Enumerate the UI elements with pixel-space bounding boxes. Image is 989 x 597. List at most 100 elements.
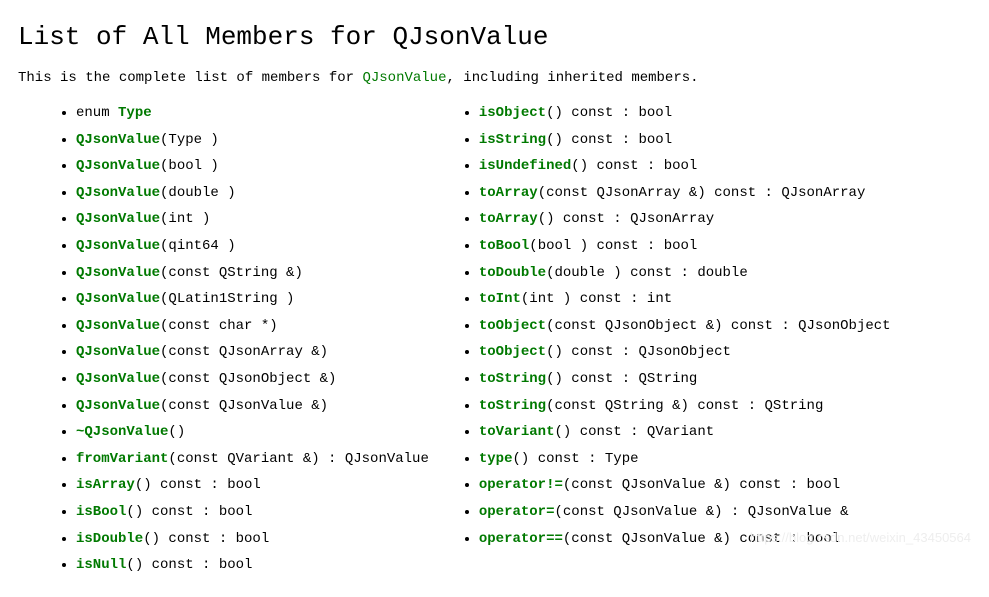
member-suffix: (QLatin1String ): [160, 291, 294, 307]
member-suffix: (const QJsonValue &) const : bool: [563, 477, 840, 493]
member-columns: enum TypeQJsonValue(Type )QJsonValue(boo…: [54, 100, 971, 579]
member-suffix: () const : bool: [135, 477, 261, 493]
member-suffix: (bool ): [160, 158, 219, 174]
list-item: toObject() const : QJsonObject: [479, 339, 891, 366]
member-link[interactable]: QJsonValue: [76, 344, 160, 360]
list-item: QJsonValue(QLatin1String ): [76, 286, 429, 313]
member-suffix: (Type ): [160, 132, 219, 148]
member-link[interactable]: QJsonValue: [76, 398, 160, 414]
member-link[interactable]: operator!=: [479, 477, 563, 493]
member-link[interactable]: QJsonValue: [76, 211, 160, 227]
list-item: QJsonValue(const char *): [76, 313, 429, 340]
member-link[interactable]: toVariant: [479, 424, 555, 440]
member-link[interactable]: toArray: [479, 185, 538, 201]
member-link[interactable]: QJsonValue: [76, 371, 160, 387]
list-item: toArray() const : QJsonArray: [479, 206, 891, 233]
member-link[interactable]: ~QJsonValue: [76, 424, 168, 440]
member-suffix: () const : QVariant: [555, 424, 715, 440]
member-link[interactable]: toBool: [479, 238, 529, 254]
member-link[interactable]: isUndefined: [479, 158, 571, 174]
member-link[interactable]: toObject: [479, 344, 546, 360]
list-item: isNull() const : bool: [76, 552, 429, 579]
list-item: QJsonValue(qint64 ): [76, 233, 429, 260]
member-link[interactable]: toArray: [479, 211, 538, 227]
member-suffix: (int ): [160, 211, 210, 227]
member-suffix: (const QJsonArray &): [160, 344, 328, 360]
list-item: fromVariant(const QVariant &) : QJsonVal…: [76, 446, 429, 473]
member-suffix: (const QString &) const : QString: [546, 398, 823, 414]
member-link[interactable]: isNull: [76, 557, 126, 573]
member-link[interactable]: QJsonValue: [76, 265, 160, 281]
member-link[interactable]: isArray: [76, 477, 135, 493]
member-suffix: (): [168, 424, 185, 440]
list-item: toInt(int ) const : int: [479, 286, 891, 313]
member-link[interactable]: operator==: [479, 531, 563, 547]
member-link[interactable]: toString: [479, 398, 546, 414]
list-item: QJsonValue(const QString &): [76, 260, 429, 287]
list-item: QJsonValue(const QJsonObject &): [76, 366, 429, 393]
member-suffix: (const QJsonObject &) const : QJsonObjec…: [546, 318, 890, 334]
member-suffix: (qint64 ): [160, 238, 236, 254]
member-suffix: (double ): [160, 185, 236, 201]
member-suffix: () const : bool: [546, 105, 672, 121]
member-suffix: () const : bool: [143, 531, 269, 547]
member-suffix: (const QJsonValue &): [160, 398, 328, 414]
list-item: toArray(const QJsonArray &) const : QJso…: [479, 180, 891, 207]
member-suffix: (const QJsonObject &): [160, 371, 336, 387]
member-suffix: (const char *): [160, 318, 278, 334]
member-link[interactable]: type: [479, 451, 513, 467]
member-suffix: (const QString &): [160, 265, 303, 281]
intro-suffix: , including inherited members.: [446, 70, 698, 86]
member-link[interactable]: isString: [479, 132, 546, 148]
member-link[interactable]: QJsonValue: [76, 158, 160, 174]
list-item: toDouble(double ) const : double: [479, 260, 891, 287]
member-link[interactable]: toDouble: [479, 265, 546, 281]
watermark: https://blog.csdn.net/weixin_43450564: [750, 530, 971, 545]
member-link[interactable]: fromVariant: [76, 451, 168, 467]
list-item: QJsonValue(const QJsonValue &): [76, 393, 429, 420]
member-suffix: () const : Type: [512, 451, 638, 467]
list-item: isObject() const : bool: [479, 100, 891, 127]
list-item: QJsonValue(const QJsonArray &): [76, 339, 429, 366]
list-item: toVariant() const : QVariant: [479, 419, 891, 446]
member-link[interactable]: toInt: [479, 291, 521, 307]
member-suffix: () const : QJsonArray: [538, 211, 714, 227]
member-suffix: () const : bool: [126, 504, 252, 520]
member-suffix: () const : bool: [546, 132, 672, 148]
list-item: isUndefined() const : bool: [479, 153, 891, 180]
member-suffix: (const QVariant &) : QJsonValue: [168, 451, 428, 467]
member-link[interactable]: toString: [479, 371, 546, 387]
member-link[interactable]: isBool: [76, 504, 126, 520]
member-list-right: isObject() const : boolisString() const …: [457, 100, 891, 552]
member-link[interactable]: Type: [118, 105, 152, 121]
member-link[interactable]: QJsonValue: [76, 318, 160, 334]
list-item: QJsonValue(int ): [76, 206, 429, 233]
list-item: QJsonValue(double ): [76, 180, 429, 207]
member-link[interactable]: QJsonValue: [76, 185, 160, 201]
list-item: toObject(const QJsonObject &) const : QJ…: [479, 313, 891, 340]
member-suffix: () const : bool: [571, 158, 697, 174]
member-link[interactable]: isObject: [479, 105, 546, 121]
list-item: isBool() const : bool: [76, 499, 429, 526]
list-item: QJsonValue(bool ): [76, 153, 429, 180]
list-item: isDouble() const : bool: [76, 526, 429, 553]
list-item: type() const : Type: [479, 446, 891, 473]
member-link[interactable]: QJsonValue: [76, 132, 160, 148]
right-column: isObject() const : boolisString() const …: [457, 100, 891, 579]
member-suffix: () const : QString: [546, 371, 697, 387]
list-item: QJsonValue(Type ): [76, 127, 429, 154]
member-prefix: enum: [76, 105, 118, 121]
list-item: isString() const : bool: [479, 127, 891, 154]
member-link[interactable]: operator=: [479, 504, 555, 520]
member-link[interactable]: QJsonValue: [76, 291, 160, 307]
list-item: toString() const : QString: [479, 366, 891, 393]
list-item: ~QJsonValue(): [76, 419, 429, 446]
list-item: toString(const QString &) const : QStrin…: [479, 393, 891, 420]
member-link[interactable]: isDouble: [76, 531, 143, 547]
intro-link[interactable]: QJsonValue: [362, 70, 446, 86]
member-link[interactable]: toObject: [479, 318, 546, 334]
member-suffix: () const : QJsonObject: [546, 344, 731, 360]
list-item: enum Type: [76, 100, 429, 127]
list-item: isArray() const : bool: [76, 472, 429, 499]
member-link[interactable]: QJsonValue: [76, 238, 160, 254]
